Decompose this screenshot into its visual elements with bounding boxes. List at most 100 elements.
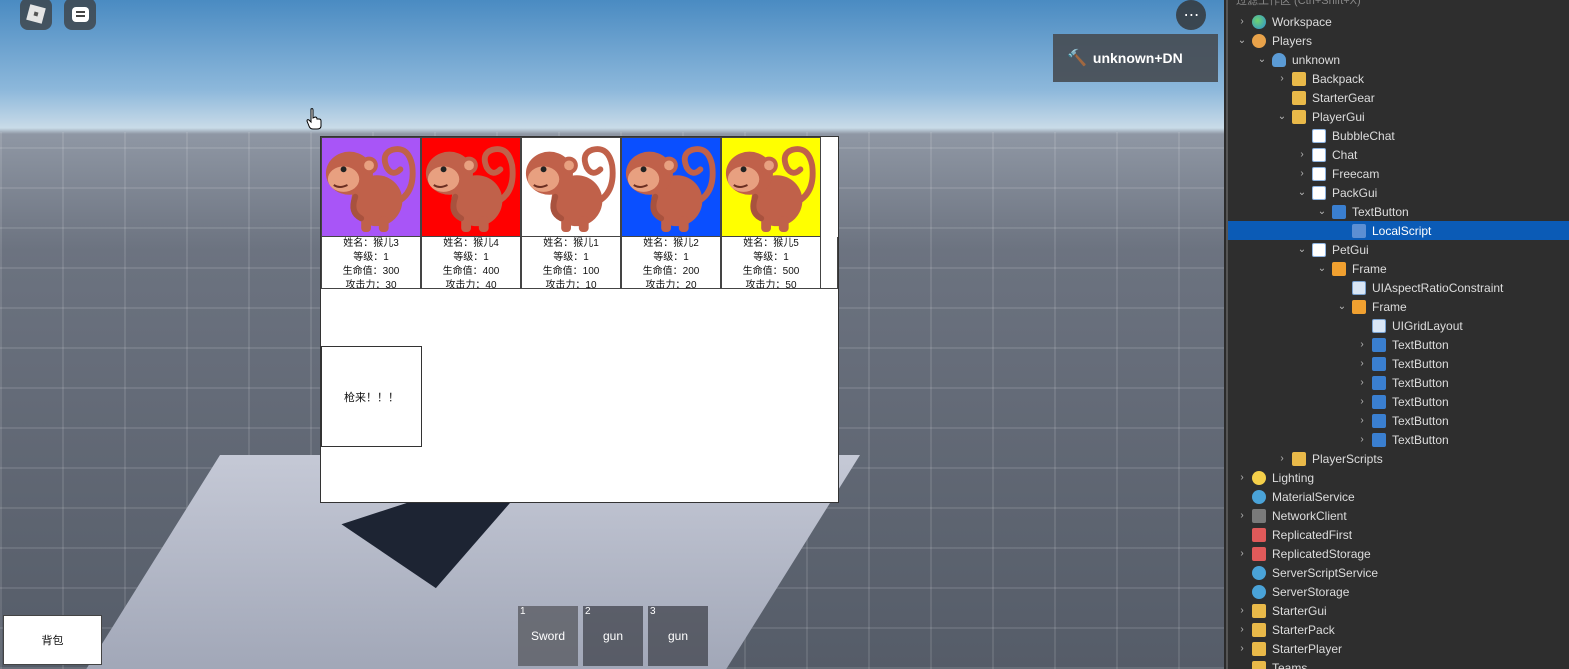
- explorer-item[interactable]: ServerStorage: [1228, 582, 1569, 601]
- pet-card[interactable]: 姓名：猴儿4 等级：1 生命值：400 攻击力：40: [421, 137, 521, 289]
- pet-card[interactable]: 姓名：猴儿2 等级：1 生命值：200 攻击力：20: [621, 137, 721, 289]
- explorer-item-label: TextButton: [1392, 413, 1449, 428]
- explorer-item[interactable]: Teams: [1228, 658, 1569, 669]
- pet-info: 姓名：猴儿4 等级：1 生命值：400 攻击力：40: [421, 237, 521, 289]
- roblox-menu-button[interactable]: [20, 0, 52, 30]
- chevron-down-icon[interactable]: ⌄: [1256, 54, 1268, 65]
- slot-number: 2: [585, 606, 591, 617]
- chevron-down-icon[interactable]: ⌄: [1296, 244, 1308, 255]
- pet-hp: 生命值：400: [442, 266, 500, 277]
- explorer-item[interactable]: › StarterGui: [1228, 601, 1569, 620]
- chevron-down-icon[interactable]: ⌄: [1316, 206, 1328, 217]
- explorer-item[interactable]: ⌄ Frame: [1228, 297, 1569, 316]
- explorer-item[interactable]: › Chat: [1228, 145, 1569, 164]
- gui-icon: [1312, 128, 1326, 143]
- explorer-item[interactable]: UIGridLayout: [1228, 316, 1569, 335]
- service-icon: [1252, 489, 1266, 504]
- explorer-item[interactable]: ⌄ PackGui: [1228, 183, 1569, 202]
- chevron-right-icon[interactable]: ›: [1296, 149, 1308, 160]
- chevron-right-icon[interactable]: ›: [1236, 472, 1248, 483]
- pet-image[interactable]: [521, 137, 621, 237]
- explorer-item[interactable]: ⌄ Frame: [1228, 259, 1569, 278]
- pet-name: 姓名：猴儿1: [543, 238, 599, 249]
- explorer-filter-input[interactable]: 过滤工作区 (Ctrl+Shift+X): [1228, 0, 1569, 12]
- explorer-item-label: Players: [1272, 33, 1313, 48]
- explorer-item[interactable]: ⌄ Players: [1228, 31, 1569, 50]
- explorer-item[interactable]: › TextButton: [1228, 354, 1569, 373]
- explorer-item[interactable]: › Backpack: [1228, 69, 1569, 88]
- pet-image[interactable]: [321, 137, 421, 237]
- explorer-item[interactable]: › TextButton: [1228, 392, 1569, 411]
- pet-level: 等级：1: [653, 252, 689, 263]
- chevron-right-icon[interactable]: ›: [1356, 396, 1368, 407]
- chat-toggle-button[interactable]: [64, 0, 96, 30]
- chevron-down-icon[interactable]: ⌄: [1276, 111, 1288, 122]
- chevron-right-icon[interactable]: ›: [1356, 339, 1368, 350]
- explorer-item[interactable]: › ReplicatedStorage: [1228, 544, 1569, 563]
- explorer-item[interactable]: › Workspace: [1228, 12, 1569, 31]
- players-icon: [1252, 33, 1266, 48]
- explorer-item[interactable]: › PlayerScripts: [1228, 449, 1569, 468]
- explorer-item[interactable]: › TextButton: [1228, 411, 1569, 430]
- chevron-right-icon[interactable]: ›: [1236, 643, 1248, 654]
- explorer-item-label: TextButton: [1352, 204, 1409, 219]
- explorer-item[interactable]: UIAspectRatioConstraint: [1228, 278, 1569, 297]
- chevron-right-icon[interactable]: ›: [1236, 605, 1248, 616]
- game-viewport[interactable]: ⋯ 🔨 unknown+DN 姓名：猴儿3 等级：1 生命值：300 攻击力：3…: [0, 0, 1224, 669]
- explorer-item[interactable]: › Lighting: [1228, 468, 1569, 487]
- explorer-item[interactable]: ServerScriptService: [1228, 563, 1569, 582]
- btn-icon: [1372, 432, 1386, 447]
- explorer-item[interactable]: › NetworkClient: [1228, 506, 1569, 525]
- explorer-item[interactable]: ⌄ unknown: [1228, 50, 1569, 69]
- explorer-item[interactable]: › TextButton: [1228, 373, 1569, 392]
- chevron-right-icon[interactable]: ›: [1276, 73, 1288, 84]
- chevron-right-icon[interactable]: ›: [1236, 624, 1248, 635]
- chevron-down-icon[interactable]: ⌄: [1336, 301, 1348, 312]
- chevron-right-icon[interactable]: ›: [1236, 548, 1248, 559]
- pet-info: 姓名：猴儿3 等级：1 生命值：300 攻击力：30: [321, 237, 421, 289]
- chevron-right-icon[interactable]: ›: [1236, 16, 1248, 27]
- chevron-right-icon[interactable]: ›: [1296, 168, 1308, 179]
- explorer-item[interactable]: MaterialService: [1228, 487, 1569, 506]
- chevron-right-icon[interactable]: ›: [1356, 358, 1368, 369]
- explorer-item[interactable]: › TextButton: [1228, 430, 1569, 449]
- explorer-item[interactable]: LocalScript: [1228, 221, 1569, 240]
- hotbar-slot[interactable]: 3 gun: [648, 606, 708, 666]
- explorer-item[interactable]: ReplicatedFirst: [1228, 525, 1569, 544]
- monkey-icon: [422, 138, 520, 236]
- chevron-down-icon[interactable]: ⌄: [1296, 187, 1308, 198]
- chevron-right-icon[interactable]: ›: [1356, 434, 1368, 445]
- explorer-item[interactable]: › StarterPlayer: [1228, 639, 1569, 658]
- chevron-right-icon[interactable]: ›: [1276, 453, 1288, 464]
- explorer-item-label: StarterGear: [1312, 90, 1375, 105]
- monkey-icon: [322, 138, 420, 236]
- script-icon: [1352, 223, 1366, 238]
- chevron-down-icon[interactable]: ⌄: [1236, 35, 1248, 46]
- player-list-entry[interactable]: 🔨 unknown+DN: [1053, 34, 1218, 82]
- explorer-item[interactable]: StarterGear: [1228, 88, 1569, 107]
- explorer-item[interactable]: BubbleChat: [1228, 126, 1569, 145]
- folder-icon: [1252, 603, 1266, 618]
- pet-card[interactable]: 姓名：猴儿1 等级：1 生命值：100 攻击力：10: [521, 137, 621, 289]
- backpack-button[interactable]: 背包: [3, 615, 102, 665]
- explorer-item[interactable]: ⌄ PetGui: [1228, 240, 1569, 259]
- explorer-item[interactable]: › Freecam: [1228, 164, 1569, 183]
- gun-text-button[interactable]: 枪来！！！: [321, 346, 422, 447]
- explorer-item[interactable]: › TextButton: [1228, 335, 1569, 354]
- explorer-item[interactable]: ⌄ TextButton: [1228, 202, 1569, 221]
- explorer-item[interactable]: › StarterPack: [1228, 620, 1569, 639]
- hotbar-slot[interactable]: 2 gun: [583, 606, 643, 666]
- pet-card[interactable]: 姓名：猴儿3 等级：1 生命值：300 攻击力：30: [321, 137, 421, 289]
- chevron-right-icon[interactable]: ›: [1356, 377, 1368, 388]
- pet-image[interactable]: [621, 137, 721, 237]
- chevron-down-icon[interactable]: ⌄: [1316, 263, 1328, 274]
- chevron-right-icon[interactable]: ›: [1356, 415, 1368, 426]
- pet-card[interactable]: 姓名：猴儿5 等级：1 生命值：500 攻击力：50: [721, 137, 821, 289]
- chevron-right-icon[interactable]: ›: [1236, 510, 1248, 521]
- pet-image[interactable]: [721, 137, 821, 237]
- hotbar-slot[interactable]: 1 Sword: [518, 606, 578, 666]
- explorer-item[interactable]: ⌄ PlayerGui: [1228, 107, 1569, 126]
- pet-image[interactable]: [421, 137, 521, 237]
- more-options-button[interactable]: ⋯: [1176, 0, 1206, 30]
- gui-icon: [1312, 185, 1326, 200]
